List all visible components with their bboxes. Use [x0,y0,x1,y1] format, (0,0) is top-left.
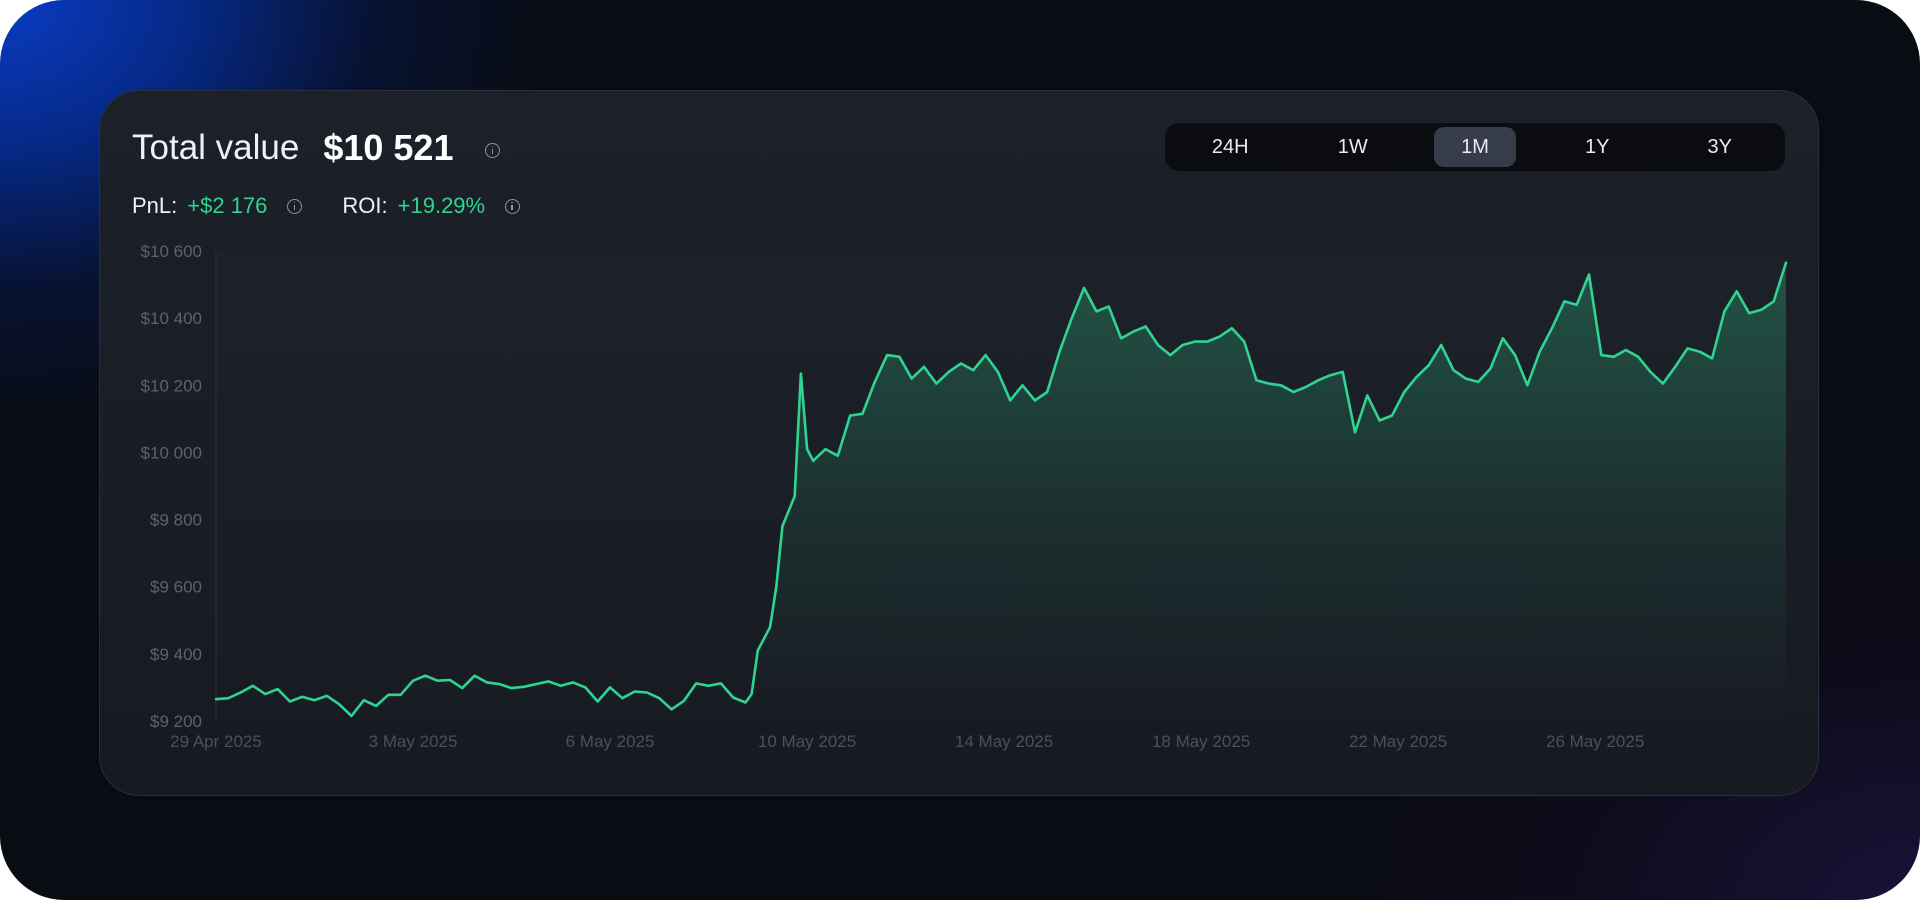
y-tick-label: $9 800 [150,511,202,530]
y-tick-label: $9 200 [150,712,202,731]
x-tick-label: 14 May 2025 [955,732,1053,751]
x-tick-label: 18 May 2025 [1152,732,1250,751]
x-tick-label: 6 May 2025 [566,732,655,751]
y-tick-label: $10 000 [141,443,202,462]
x-tick-label: 22 May 2025 [1349,732,1447,751]
value-chart: $9 200 $9 400 $9 600 $9 800 $10 000 $10 200 $1… [141,242,1788,751]
y-tick-label: $10 200 [141,376,202,395]
x-tick-label: 29 Apr 2025 [170,732,262,751]
portfolio-value-card: Total value $10 521 PnL: +$2 176 ROI: +1… [99,90,1819,796]
y-tick-label: $10 600 [141,242,202,261]
y-tick-label: $10 400 [141,309,202,328]
x-tick-label: 26 May 2025 [1546,732,1644,751]
y-tick-label: $9 400 [150,645,202,664]
y-tick-label: $9 600 [150,578,202,597]
x-tick-label: 10 May 2025 [758,732,856,751]
x-tick-label: 3 May 2025 [369,732,458,751]
